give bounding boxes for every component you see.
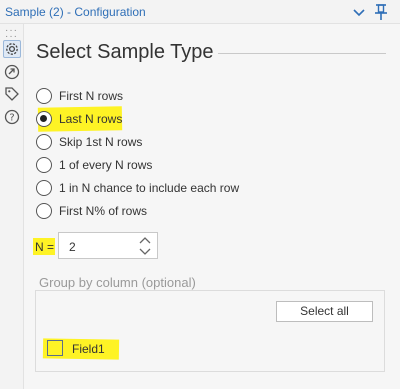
spin-up-icon[interactable]: [133, 234, 157, 246]
option-label: Skip 1st N rows: [59, 135, 143, 149]
radio-button[interactable]: [36, 157, 52, 173]
radio-button[interactable]: [36, 180, 52, 196]
page-title: Select Sample Type: [36, 41, 214, 63]
radio-button-selected[interactable]: [36, 111, 52, 127]
group-by-title: Group by column (optional): [39, 275, 196, 290]
settings-icon[interactable]: [3, 40, 21, 58]
radio-button[interactable]: [36, 203, 52, 219]
field1-checkbox[interactable]: [47, 340, 63, 356]
drag-handle-icon[interactable]: ··· ···: [5, 26, 18, 42]
option-label: First N rows: [59, 89, 123, 103]
select-all-button[interactable]: Select all: [276, 301, 373, 322]
navigate-icon[interactable]: [3, 63, 21, 81]
radio-button[interactable]: [36, 134, 52, 150]
spin-down-icon[interactable]: [133, 246, 157, 258]
svg-text:?: ?: [9, 113, 14, 124]
option-label: 1 of every N rows: [59, 158, 153, 172]
radio-button[interactable]: [36, 88, 52, 104]
window-title: Sample (2) - Configuration: [5, 5, 146, 19]
tag-icon[interactable]: [3, 85, 21, 103]
option-label: 1 in N chance to include each row: [59, 181, 240, 195]
pin-icon[interactable]: [373, 3, 389, 21]
side-rail: ··· ··· ?: [0, 24, 24, 389]
n-value: 2: [69, 240, 76, 254]
help-icon[interactable]: ?: [3, 108, 21, 126]
title-bar: Sample (2) - Configuration: [0, 0, 400, 24]
heading-divider: [218, 53, 386, 54]
chevron-down-icon[interactable]: [351, 4, 367, 20]
n-label: N =: [35, 240, 55, 254]
option-label: First N% of rows: [59, 204, 148, 218]
option-label: Last N rows: [59, 112, 123, 126]
n-numeric-input[interactable]: 2: [58, 232, 158, 259]
field1-label: Field1: [72, 342, 105, 356]
